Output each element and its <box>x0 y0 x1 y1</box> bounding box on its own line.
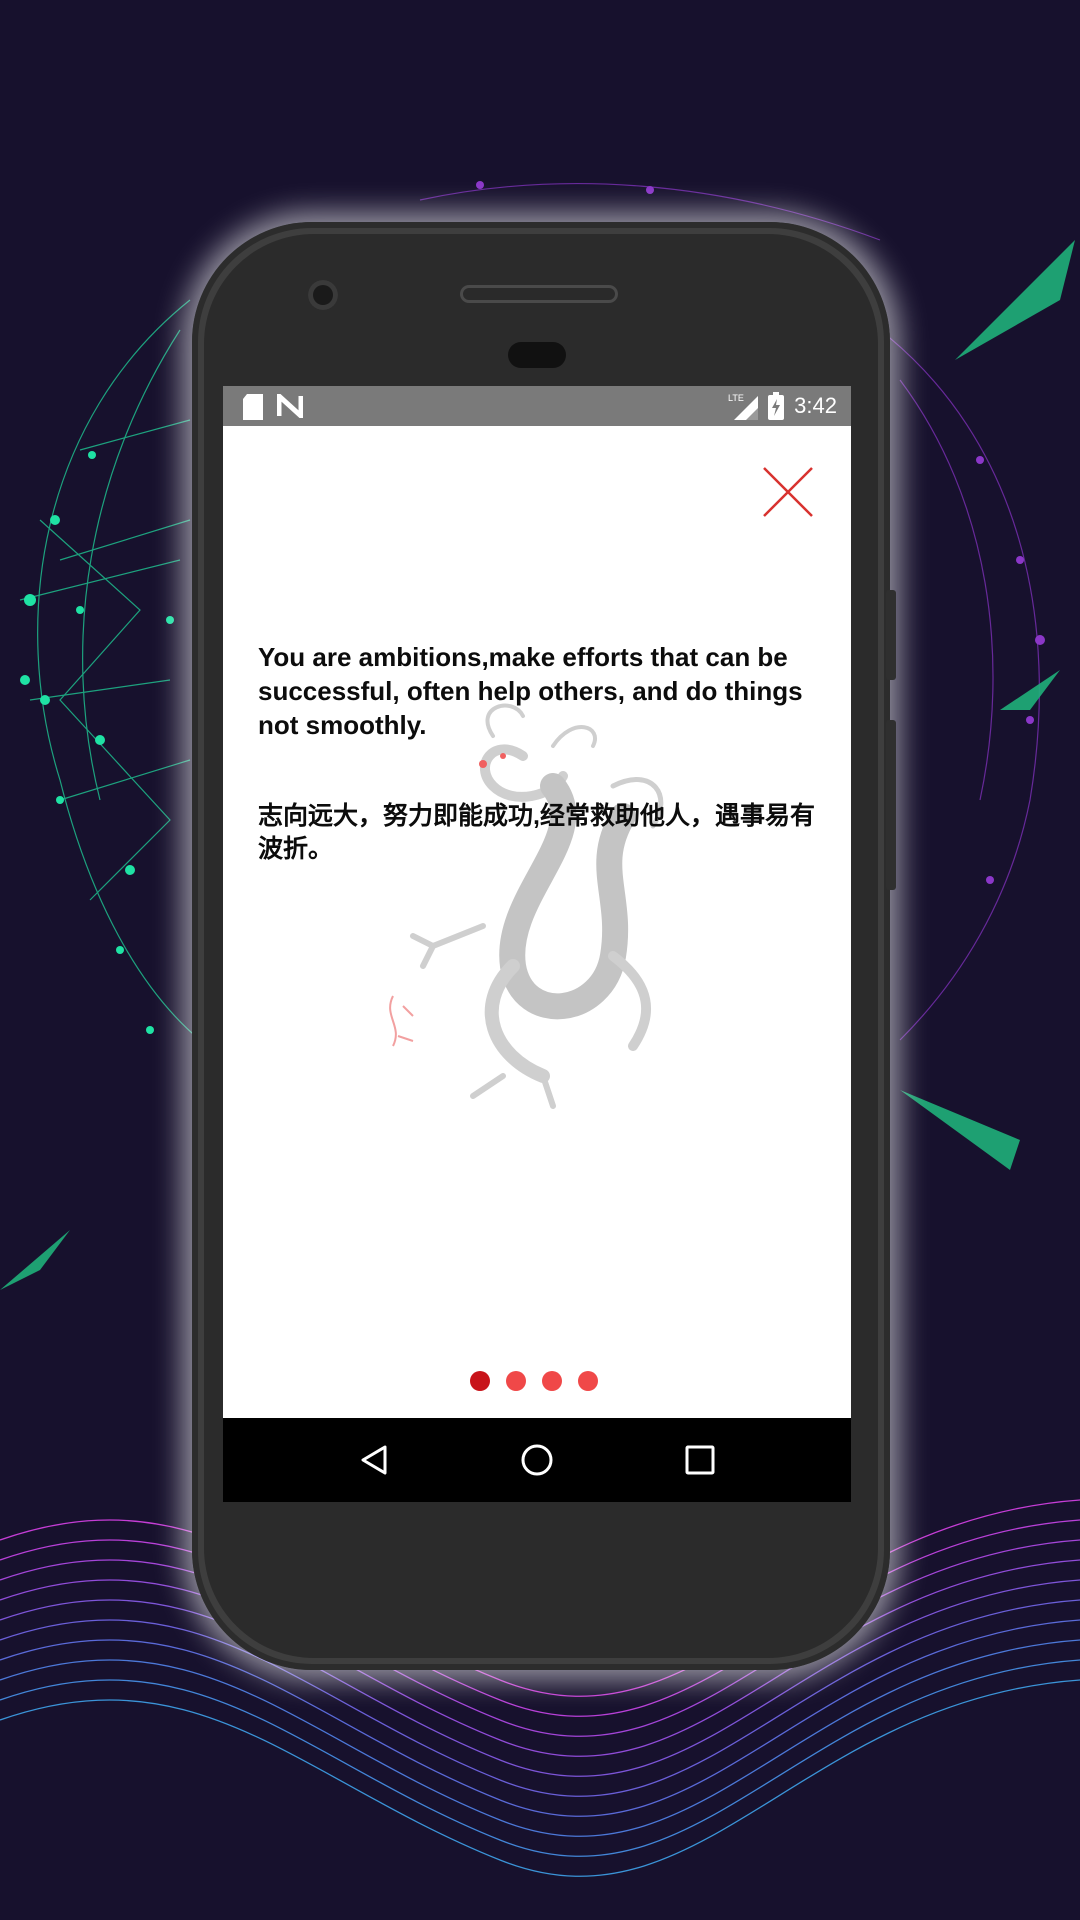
recents-button[interactable] <box>680 1440 720 1480</box>
front-camera <box>308 280 338 310</box>
volume-button <box>886 720 896 890</box>
back-icon <box>361 1445 387 1475</box>
network-globe-left <box>19 299 201 1041</box>
phone-screen: LTE 3:42 You are ambitions,make efforts … <box>223 386 851 1502</box>
n-notification-icon <box>277 394 303 418</box>
battery-charging-icon <box>768 392 785 420</box>
page-dot[interactable] <box>578 1371 598 1391</box>
lte-signal-icon: LTE <box>728 393 759 420</box>
page-indicator <box>470 1371 598 1391</box>
recents-icon <box>685 1445 715 1475</box>
fortune-text-english: You are ambitions,make efforts that can … <box>258 642 803 740</box>
back-button[interactable] <box>354 1440 394 1480</box>
status-bar: LTE 3:42 <box>223 386 851 426</box>
page-dot[interactable] <box>470 1371 490 1391</box>
power-button <box>886 590 896 680</box>
home-button[interactable] <box>517 1440 557 1480</box>
earpiece-speaker <box>460 285 618 303</box>
lte-label: LTE <box>728 393 744 403</box>
proximity-sensor <box>508 342 566 368</box>
navigation-bar <box>223 1418 851 1502</box>
fortune-card: You are ambitions,make efforts that can … <box>223 426 851 1418</box>
home-icon <box>521 1444 553 1476</box>
sd-card-icon <box>243 394 263 420</box>
clock: 3:42 <box>794 393 837 418</box>
fortune-text-chinese: 志向远大，努力即能成功,经常救助他人，遇事易有波折。 <box>258 802 815 863</box>
red-seal-stamp <box>389 995 414 1047</box>
page-dot[interactable] <box>506 1371 526 1391</box>
dragon-ink-illustration <box>389 703 664 1109</box>
page-dot[interactable] <box>542 1371 562 1391</box>
close-icon[interactable] <box>760 464 816 520</box>
